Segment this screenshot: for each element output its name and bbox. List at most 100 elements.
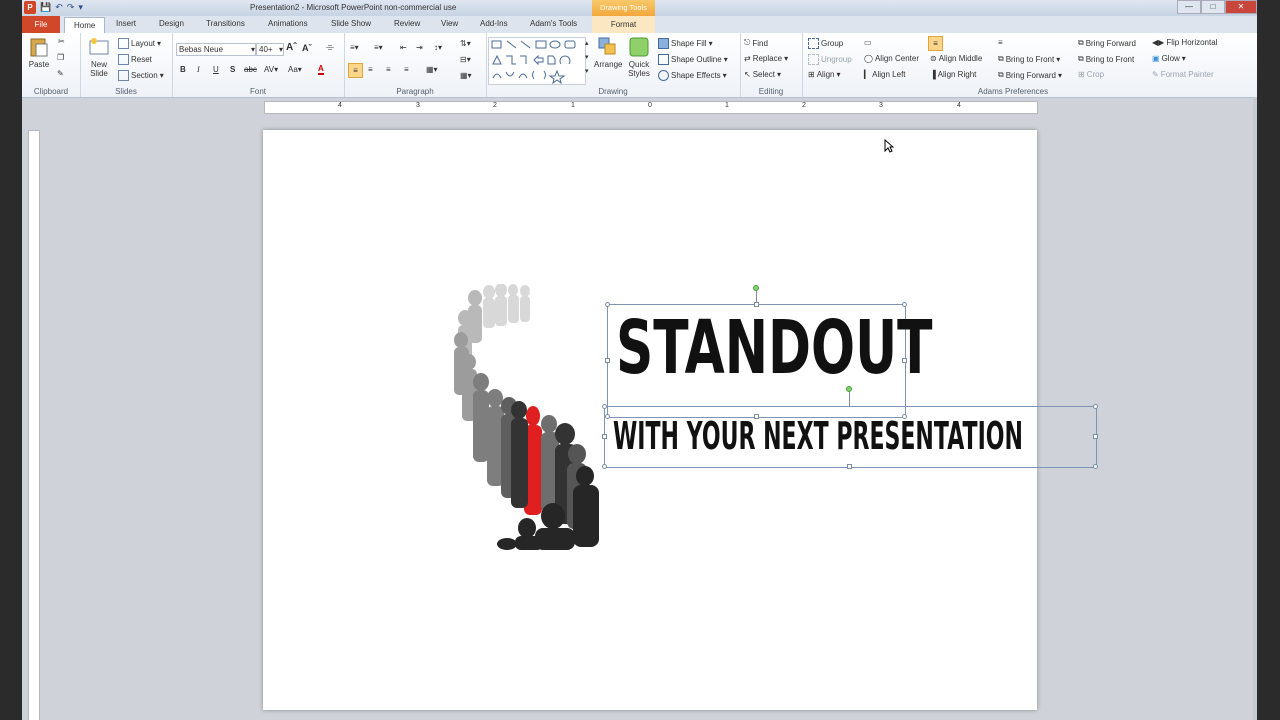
find-button[interactable]: ⎋ Find xyxy=(744,38,768,48)
decrease-indent-icon[interactable]: ⇤ xyxy=(400,43,407,52)
customize-qat-icon[interactable]: ▾ xyxy=(78,2,83,13)
crop-button[interactable]: ⊞ Crop xyxy=(1078,70,1104,79)
align-right-button[interactable]: ▐ Align Right xyxy=(930,70,976,79)
redo-icon[interactable]: ↷ xyxy=(67,2,75,13)
section-button[interactable]: Section ▾ xyxy=(118,70,164,81)
title-textbox[interactable]: STANDOUT xyxy=(607,304,932,418)
shapes-scroll-down-icon[interactable]: ▾ xyxy=(585,53,589,61)
numbering-icon[interactable]: ≡▾ xyxy=(374,43,383,52)
tab-view[interactable]: View xyxy=(441,19,458,28)
bullets-icon[interactable]: ≡▾ xyxy=(350,43,359,52)
subtitle-resize-handle[interactable] xyxy=(847,464,852,469)
minimize-button[interactable]: — xyxy=(1177,0,1201,14)
select-button[interactable]: ↖ Select ▾ xyxy=(744,70,781,79)
align-left-text-icon[interactable]: ≡ xyxy=(348,63,363,78)
subtitle-resize-handle[interactable] xyxy=(1093,464,1098,469)
format-painter-icon[interactable]: ✎ xyxy=(57,69,64,78)
underline-icon[interactable]: U xyxy=(213,65,219,74)
save-icon[interactable]: 💾 xyxy=(40,2,51,13)
new-slide-button[interactable]: New Slide xyxy=(84,36,114,78)
smartart-icon[interactable]: ▦▾ xyxy=(460,71,472,80)
flip-horizontal-button[interactable]: ◀▶ Flip Horizontal xyxy=(1152,38,1217,47)
bold-icon[interactable]: B xyxy=(180,65,186,74)
font-family-select[interactable]: Bebas Neue ▾ xyxy=(176,43,256,56)
align-text-icon[interactable]: ⊟▾ xyxy=(460,55,471,64)
undo-icon[interactable]: ↶ xyxy=(55,2,63,13)
tab-add-ins[interactable]: Add-Ins xyxy=(480,19,508,28)
subtitle-rotate-handle[interactable] xyxy=(846,386,852,392)
strikethrough-icon[interactable]: abc xyxy=(244,65,257,74)
bring-forward-button[interactable]: ⧉ Bring Forward ▾ xyxy=(998,70,1062,80)
subtitle-resize-handle[interactable] xyxy=(1093,434,1098,439)
increase-indent-icon[interactable]: ⇥ xyxy=(416,43,423,52)
horizontal-ruler[interactable]: 4 3 2 1 0 1 2 3 4 xyxy=(264,101,1038,114)
slide-subtitle[interactable]: WITH YOUR NEXT PRESENTATION xyxy=(613,412,1023,460)
align-right-text-icon[interactable]: ≡ xyxy=(386,65,391,74)
ungroup-button[interactable]: Ungroup xyxy=(808,54,852,65)
title-resize-handle[interactable] xyxy=(754,302,759,307)
maximize-button[interactable]: □ xyxy=(1201,0,1225,14)
subtitle-resize-handle[interactable] xyxy=(602,434,607,439)
subtitle-textbox[interactable]: WITH YOUR NEXT PRESENTATION xyxy=(604,406,1097,468)
adams-format-painter-button[interactable]: ✎ Format Painter xyxy=(1152,70,1214,79)
adams-picture-icon[interactable]: ▭ xyxy=(864,38,872,47)
subtitle-resize-handle[interactable] xyxy=(602,404,607,409)
justify-icon[interactable]: ≡ xyxy=(404,65,409,74)
shrink-font-icon[interactable]: Aˇ xyxy=(302,43,312,53)
align-center-button[interactable]: ◯ Align Center xyxy=(864,54,919,63)
character-spacing-icon[interactable]: AV▾ xyxy=(264,65,278,74)
tab-format[interactable]: Format xyxy=(592,16,655,33)
bring-to-front-button[interactable]: ⧉ Bring to Front ▾ xyxy=(998,54,1060,64)
adams-lines-icon[interactable]: ≡ xyxy=(998,38,1003,47)
group-button[interactable]: Group xyxy=(808,38,843,49)
glow-button[interactable]: ▣ Glow ▾ xyxy=(1152,54,1186,63)
align-middle-button[interactable]: ⊜ Align Middle xyxy=(930,54,982,63)
title-resize-handle[interactable] xyxy=(902,302,907,307)
line-spacing-icon[interactable]: ↕▾ xyxy=(434,43,442,52)
shape-outline-button[interactable]: Shape Outline ▾ xyxy=(658,54,728,65)
shapes-more-icon[interactable]: ▾ xyxy=(585,67,589,75)
tab-file[interactable]: File xyxy=(22,16,60,33)
shape-fill-button[interactable]: Shape Fill ▾ xyxy=(658,38,713,49)
subtitle-resize-handle[interactable] xyxy=(1093,404,1098,409)
change-case-icon[interactable]: Aa▾ xyxy=(288,65,302,74)
layout-button[interactable]: Layout ▾ xyxy=(118,38,161,49)
shadow-text-icon[interactable]: S xyxy=(230,65,235,74)
quick-styles-button[interactable]: Quick Styles xyxy=(624,36,654,78)
italic-icon[interactable]: I xyxy=(197,65,200,74)
shapes-scroll-up-icon[interactable]: ▴ xyxy=(585,39,589,47)
columns-icon[interactable]: ▦▾ xyxy=(426,65,438,74)
align-left-button[interactable]: ▎ Align Left xyxy=(864,70,906,79)
paste-button[interactable]: Paste xyxy=(26,36,52,69)
cut-icon[interactable]: ✂ xyxy=(58,37,65,46)
tab-slide-show[interactable]: Slide Show xyxy=(331,19,371,28)
tab-transitions[interactable]: Transitions xyxy=(206,19,245,28)
font-size-select[interactable]: 40+ ▾ xyxy=(256,43,284,56)
tab-insert[interactable]: Insert xyxy=(116,19,136,28)
align-button[interactable]: ⊞ Align ▾ xyxy=(808,70,841,79)
clear-formatting-icon[interactable]: ⌯ xyxy=(326,42,334,53)
tab-design[interactable]: Design xyxy=(159,19,184,28)
tab-review[interactable]: Review xyxy=(394,19,420,28)
adams-text-align-icon[interactable]: ≡ xyxy=(928,36,943,51)
title-rotate-handle[interactable] xyxy=(753,285,759,291)
shapes-gallery[interactable] xyxy=(488,37,586,85)
shape-effects-button[interactable]: Shape Effects ▾ xyxy=(658,70,727,81)
text-direction-icon[interactable]: ⇅▾ xyxy=(460,39,471,48)
replace-button[interactable]: ⇄ Replace ▾ xyxy=(744,54,788,63)
font-color-icon[interactable]: A xyxy=(318,64,324,75)
reset-button[interactable]: Reset xyxy=(118,54,152,65)
slide-title[interactable]: STANDOUT xyxy=(616,302,932,394)
tab-home[interactable]: Home xyxy=(64,17,106,33)
bring-forward-2-button[interactable]: ⧉ Bring Forward xyxy=(1078,38,1136,48)
slide-canvas[interactable]: STANDOUT WITH YOUR NEXT PRESENTATION xyxy=(263,130,1098,710)
tab-adams-tools[interactable]: Adam's Tools xyxy=(530,19,577,28)
crowd-silhouette-image[interactable] xyxy=(449,284,609,550)
close-button[interactable]: ✕ xyxy=(1225,0,1257,14)
center-text-icon[interactable]: ≡ xyxy=(368,65,373,74)
grow-font-icon[interactable]: Aˆ xyxy=(286,42,297,53)
bring-to-front-2-button[interactable]: ⧉ Bring to Front xyxy=(1078,54,1134,64)
tab-animations[interactable]: Animations xyxy=(268,19,308,28)
vertical-ruler[interactable] xyxy=(28,130,40,720)
right-scrollbar[interactable] xyxy=(1253,97,1257,720)
